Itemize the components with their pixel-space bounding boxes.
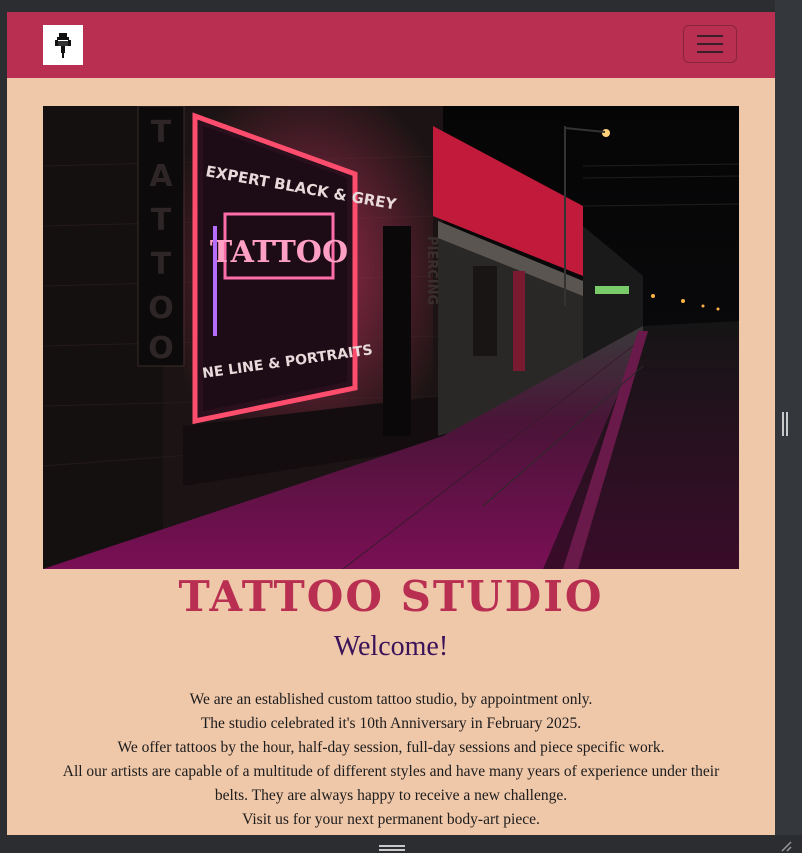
hero-image-storefront: T A T T O O EXPERT BLACK & GREY TATTOO N… [43,106,739,569]
tattoo-machine-icon [55,33,71,58]
right-gutter [775,0,802,853]
svg-text:TATTOO: TATTOO [210,235,348,270]
hamburger-menu-icon-bar [697,51,723,53]
intro-text: We are an established custom tattoo stud… [47,688,735,832]
intro-line-3: We offer tattoos by the hour, half-day s… [117,739,665,756]
intro-line-1: We are an established custom tattoo stud… [189,691,593,708]
vertical-resize-grip-icon[interactable] [782,412,788,436]
corner-resize-grip-icon[interactable] [780,840,792,852]
intro-line-2: The studio celebrated it's 10th Annivers… [200,715,582,732]
hamburger-menu-icon [697,35,723,37]
page-viewport: T A T T O O EXPERT BLACK & GREY TATTOO N… [7,12,775,835]
svg-text:A: A [149,159,173,194]
page-title: TATTOO STUDIO [178,572,604,621]
intro-line-5: Visit us for your next permanent body-ar… [242,811,540,828]
brand-logo[interactable] [43,25,83,65]
svg-text:O: O [148,331,174,366]
welcome-heading: Welcome! [333,631,449,662]
hero-image: T A T T O O EXPERT BLACK & GREY TATTOO N… [43,106,739,569]
navbar [7,12,775,78]
svg-text:T: T [151,247,172,282]
hamburger-menu-icon-bar [697,43,723,45]
navbar-toggler-button[interactable] [683,25,737,63]
svg-text:PIERCING: PIERCING [424,236,439,305]
horizontal-resize-grip-icon[interactable] [379,845,405,851]
window-top-bar [0,0,802,12]
svg-text:T: T [151,203,172,238]
intro-line-4: All our artists are capable of a multitu… [62,763,720,804]
svg-text:T: T [151,115,172,150]
svg-text:O: O [148,291,174,326]
